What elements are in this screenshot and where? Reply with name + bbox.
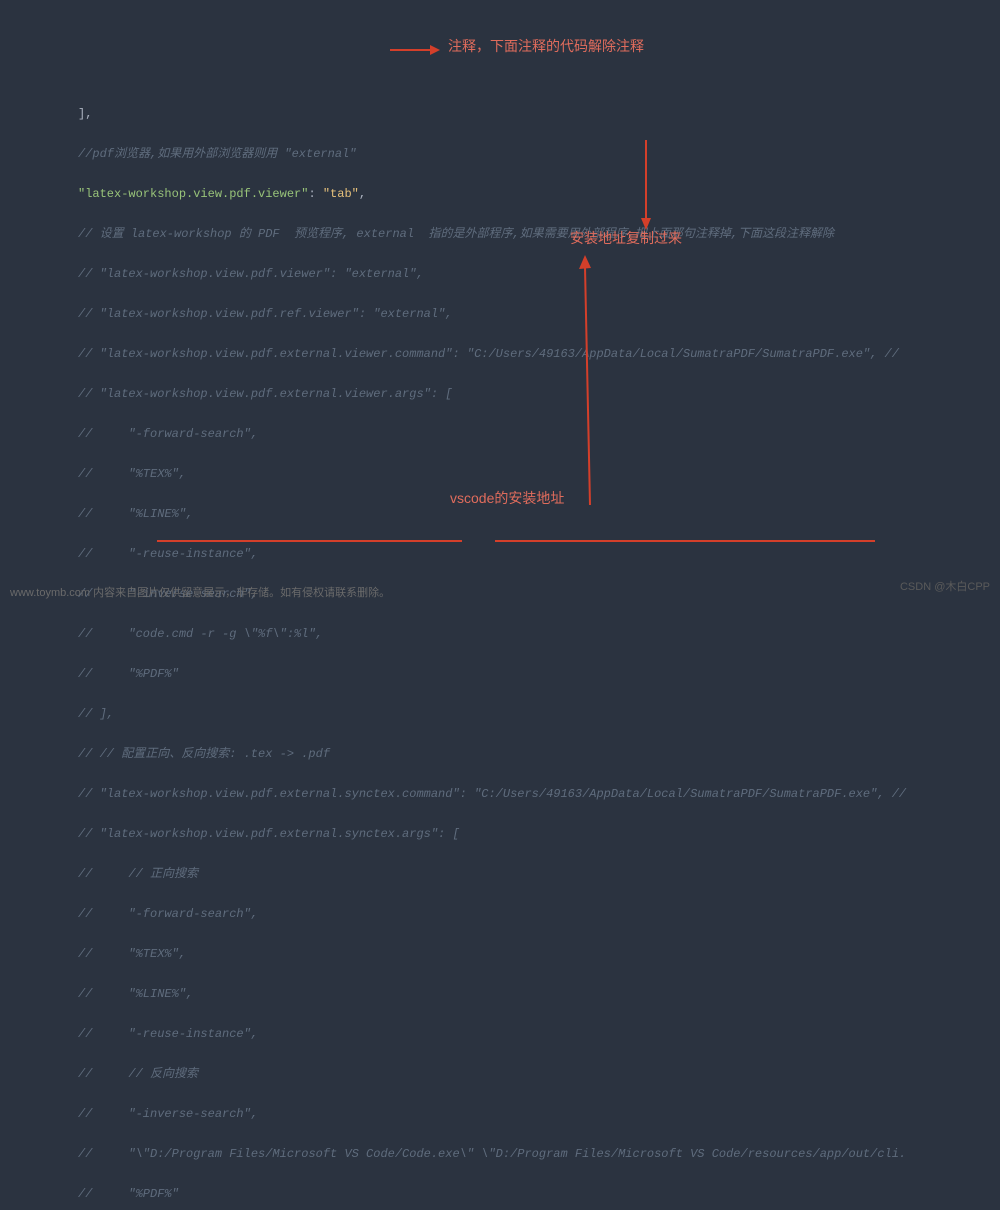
comment-line: // "%PDF%" [78,1187,179,1201]
comment-line: // // 正向搜索 [78,867,198,881]
comment-line: // "-inverse-search", [78,1107,258,1121]
arrow-icon [390,40,440,60]
annotation-text: 安装地址复制过来 [570,228,682,248]
comment-line: // "%TEX%", [78,947,186,961]
underline-marker [157,540,462,542]
comment-line: // "latex-workshop.view.pdf.external.vie… [78,347,899,361]
annotation-text: 注释，下面注释的代码解除注释 [448,36,644,56]
code-editor[interactable]: ], //pdf浏览器,如果用外部浏览器则用 "external" "latex… [0,84,1000,1210]
comment-line: // "latex-workshop.view.pdf.external.vie… [78,387,452,401]
bracket: ], [78,107,92,121]
comment-line: //pdf浏览器,如果用外部浏览器则用 "external" [78,147,356,161]
watermark-text: CSDN @木白CPP [900,577,990,597]
comment-line: // "\"D:/Program Files/Microsoft VS Code… [78,1147,906,1161]
comment-line: // "%PDF%" [78,667,179,681]
comment-line: // "code.cmd -r -g \"%f\":%l", [78,627,323,641]
watermark-text: www.toymb.com 内容来自图片仅供留意展示，非存储。如有侵权请联系删除… [10,583,390,603]
underline-marker [495,540,875,542]
comment-line: // 设置 latex-workshop 的 PDF 预览程序, externa… [78,227,834,241]
comment-line: // "latex-workshop.view.pdf.viewer": "ex… [78,267,424,281]
comment-line: // "%LINE%", [78,987,193,1001]
comment-line: // "latex-workshop.view.pdf.ref.viewer":… [78,307,452,321]
comment-line: // "latex-workshop.view.pdf.external.syn… [78,827,460,841]
annotation-text: vscode的安装地址 [450,488,564,508]
comment-line: // "-forward-search", [78,907,258,921]
comment-line: // // 反向搜索 [78,1067,198,1081]
comment-line: // "-reuse-instance", [78,547,258,561]
comment-line: // "-reuse-instance", [78,1027,258,1041]
comment-line: // // 配置正向、反向搜索: .tex -> .pdf [78,747,330,761]
comment-line: // "%TEX%", [78,467,186,481]
comment-line: // "-forward-search", [78,427,258,441]
colon: : [308,187,322,201]
json-value: "tab" [323,187,359,201]
comma: , [359,187,366,201]
comment-line: // ], [78,707,114,721]
comment-line: // "%LINE%", [78,507,193,521]
arrow-icon [570,255,610,505]
comment-line: // "latex-workshop.view.pdf.external.syn… [78,787,906,801]
arrow-icon [636,140,656,230]
json-key: "latex-workshop.view.pdf.viewer" [78,187,308,201]
